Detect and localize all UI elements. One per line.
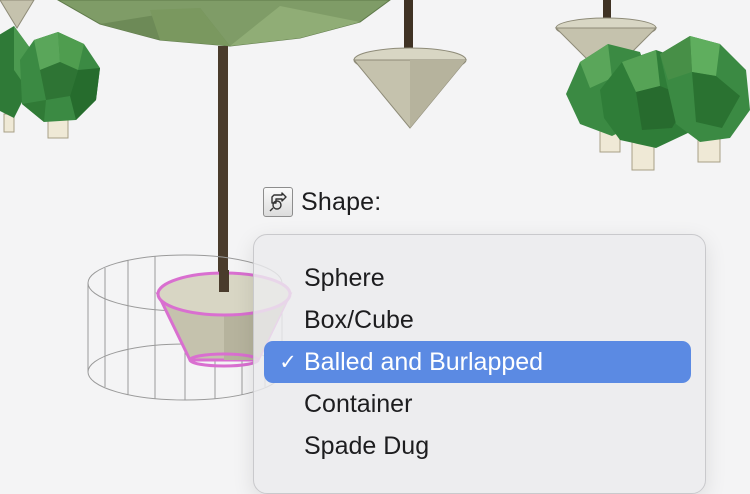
- menu-item-box-cube[interactable]: ✓ Box/Cube: [264, 299, 691, 341]
- menu-item-label: Sphere: [304, 263, 385, 292]
- tree-canopy: [56, 0, 391, 47]
- menu-item-label: Balled and Burlapped: [304, 347, 544, 376]
- menu-item-label: Spade Dug: [304, 431, 430, 460]
- shrub-left-group: [0, 26, 100, 139]
- menu-item-label: Box/Cube: [304, 305, 414, 334]
- hanging-rootball-center: [352, 0, 468, 129]
- shape-dropdown-menu: ✓ Sphere ✓ Box/Cube ✓ Balled and Burlapp…: [253, 234, 706, 494]
- shape-control: Shape:: [263, 186, 381, 218]
- checkmark-icon: ✓: [279, 350, 297, 374]
- menu-item-spade-dug[interactable]: ✓ Spade Dug: [264, 425, 691, 467]
- menu-item-label: Container: [304, 389, 413, 418]
- tree-trunk: [218, 46, 228, 290]
- menu-item-container[interactable]: ✓ Container: [264, 383, 691, 425]
- shape-swap-icon: [269, 192, 287, 212]
- partial-rootball-top-left: [0, 0, 35, 29]
- menu-item-balled-and-burlapped[interactable]: ✓ Balled and Burlapped: [264, 341, 691, 383]
- shrub-right-group: [566, 36, 750, 171]
- shape-swap-button[interactable]: [263, 187, 293, 217]
- menu-item-sphere[interactable]: ✓ Sphere: [264, 257, 691, 299]
- shape-label: Shape:: [301, 187, 382, 216]
